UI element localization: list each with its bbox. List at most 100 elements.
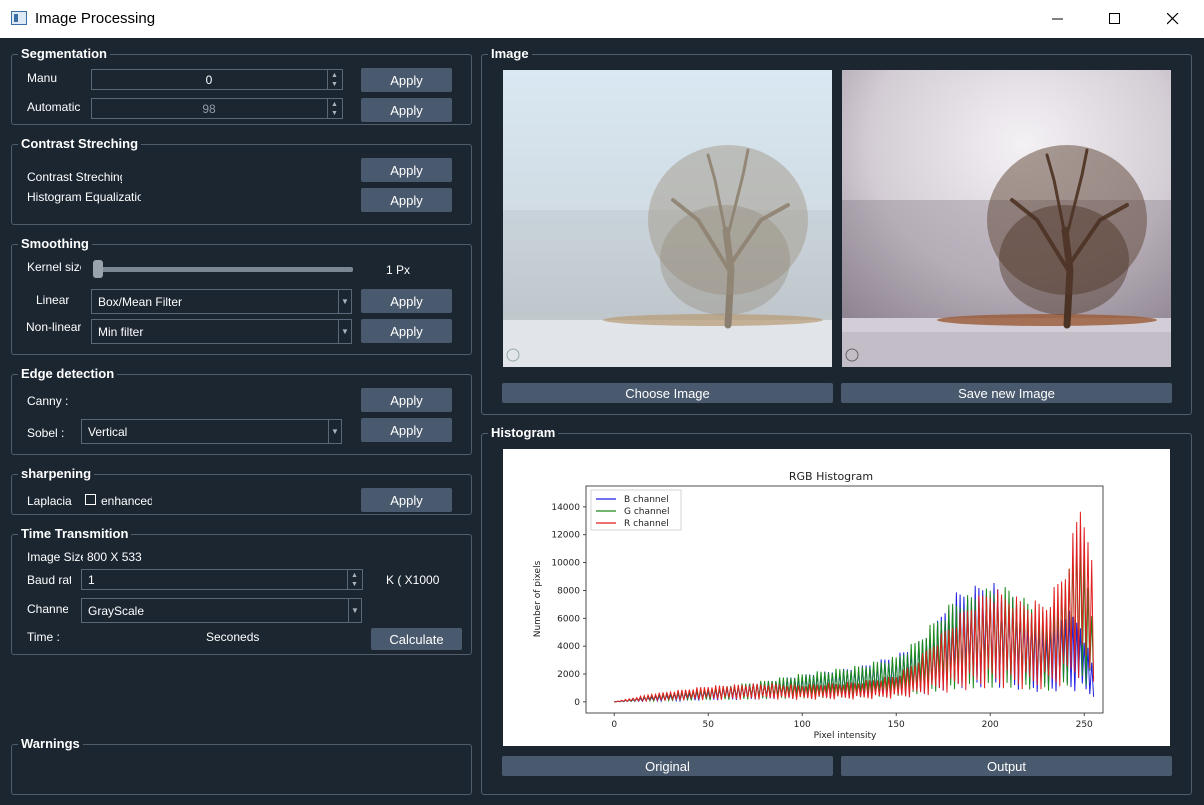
linear-label: Linear [36,293,70,307]
channels-select[interactable]: GrayScale ▼ [81,598,362,623]
original-histogram-button[interactable]: Original [502,756,833,776]
warnings-group: Warnings [11,736,472,795]
sobel-apply-button[interactable]: Apply [361,418,452,442]
chevron-down-icon[interactable]: ▼ [348,599,361,622]
spin-arrows-icon[interactable]: ▲ ▼ [327,99,342,118]
maximize-button[interactable] [1086,0,1144,38]
chevron-down-icon[interactable]: ▼ [338,320,351,343]
close-button[interactable] [1144,0,1202,38]
time-unit-label: Seconeds [206,630,260,644]
sharpening-apply-button[interactable]: Apply [361,488,452,512]
x-tick-label: 150 [888,720,905,730]
channels-value: GrayScale [88,603,145,618]
linear-filter-select[interactable]: Box/Mean Filter ▼ [91,289,352,314]
nonlinear-filter-value: Min filter [98,324,144,339]
manual-label: Manu [27,71,58,85]
window-titlebar: Image Processing [0,0,1204,39]
time-transmission-title: Time Transmition [18,526,132,542]
nonlinear-filter-select[interactable]: Min filter ▼ [91,319,352,344]
linear-filter-value: Box/Mean Filter [98,294,183,309]
legend-label: R channel [624,519,669,529]
x-tick-label: 50 [702,720,714,730]
automatic-threshold-value: 98 [202,101,216,116]
chart-title: RGB Histogram [789,470,873,483]
smoothing-title: Smoothing [18,236,92,252]
histogram-svg: RGB Histogram Pixel intensity Number of … [533,470,1104,741]
chevron-down-icon[interactable]: ▼ [338,290,351,313]
minimize-icon [1052,18,1063,20]
enhanced-checkbox[interactable] [85,494,96,505]
output-image [842,70,1171,367]
automatic-threshold-spinbox[interactable]: 98 ▲ ▼ [91,98,343,119]
kernel-size-label: Kernel size [27,260,81,274]
sobel-direction-select[interactable]: Vertical ▼ [81,419,342,444]
contrast-title: Contrast Streching [18,136,142,152]
spin-arrows-icon[interactable]: ▲ ▼ [327,70,342,89]
automatic-label: Automatic [27,100,81,114]
main-area: Segmentation Manu 0 ▲ ▼ Apply Automatic 9… [0,38,1204,805]
y-tick-label: 8000 [557,586,580,596]
kernel-size-slider-handle[interactable] [93,260,103,278]
edge-detection-group: Edge detection Canny : Apply Sobel : Ver… [11,366,472,455]
legend-label: B channel [624,495,669,505]
y-tick-label: 10000 [551,559,580,569]
baud-unit-label: K ( X1000 ) [386,573,442,587]
histogram-equalization-apply-button[interactable]: Apply [361,188,452,212]
close-icon [1167,13,1179,25]
manual-threshold-value: 0 [205,72,213,87]
baud-rate-label: Baud rate [27,573,71,587]
x-tick-label: 100 [794,720,811,730]
kernel-size-slider-track[interactable] [96,267,353,272]
save-image-button[interactable]: Save new Image [841,383,1172,403]
histogram-group: Histogram RGB Histogram Pixel intensity … [481,425,1192,795]
spin-arrows-icon[interactable]: ▲ ▼ [347,570,362,589]
minimize-button[interactable] [1029,0,1087,38]
image-group: Image Choose Image Save new Image [481,46,1192,415]
segmentation-automatic-apply-button[interactable]: Apply [361,98,452,122]
nonlinear-filter-apply-button[interactable]: Apply [361,319,452,343]
sharpening-title: sharpening [18,466,95,482]
contrast-apply-button[interactable]: Apply [361,158,452,182]
chart-series-group [614,511,1095,703]
image-size-label: Image Size [27,550,83,564]
manual-threshold-spinbox[interactable]: 0 ▲ ▼ [91,69,343,90]
baud-rate-value: 1 [88,572,95,587]
canny-label: Canny : [27,394,69,408]
chart-y-axis-label: Number of pixels [533,560,543,637]
calculate-button[interactable]: Calculate [371,628,462,650]
image-size-value: 800 X 533 [87,550,142,564]
baud-rate-spinbox[interactable]: 1 ▲ ▼ [81,569,363,590]
laplacian-label: Laplacian [27,494,72,508]
sobel-direction-value: Vertical [88,424,128,439]
kernel-size-value: 1 Px [386,263,411,277]
y-tick-label: 14000 [551,503,580,513]
sharpening-group: sharpening Laplacian enhanced Apply [11,466,472,515]
legend-label: G channel [624,507,669,517]
window-title: Image Processing [35,10,156,27]
output-histogram-button[interactable]: Output [841,756,1172,776]
canny-apply-button[interactable]: Apply [361,388,452,412]
chart-x-axis-label: Pixel intensity [814,731,877,741]
segmentation-manual-apply-button[interactable]: Apply [361,68,452,92]
y-tick-label: 12000 [551,531,580,541]
y-tick-label: 6000 [557,614,580,624]
linear-filter-apply-button[interactable]: Apply [361,289,452,313]
histogram-chart: RGB Histogram Pixel intensity Number of … [503,449,1170,746]
segmentation-title: Segmentation [18,46,110,62]
contrast-group: Contrast Streching Contrast Streching Hi… [11,136,472,225]
x-tick-label: 0 [611,720,617,730]
maximize-icon [1109,13,1120,24]
segmentation-group: Segmentation Manu 0 ▲ ▼ Apply Automatic 9… [11,46,472,125]
choose-image-button[interactable]: Choose Image [502,383,833,403]
app-icon [11,11,27,25]
edge-detection-title: Edge detection [18,366,118,382]
histogram-equalization-label: Histogram Equalization [27,190,141,204]
channels-label: Channels [27,602,68,616]
time-label: Time : [27,630,60,644]
x-tick-label: 200 [982,720,999,730]
y-tick-label: 4000 [557,642,580,652]
chevron-down-icon[interactable]: ▼ [328,420,341,443]
warnings-title: Warnings [18,736,83,752]
original-image [503,70,832,367]
histogram-section-title: Histogram [488,425,559,441]
